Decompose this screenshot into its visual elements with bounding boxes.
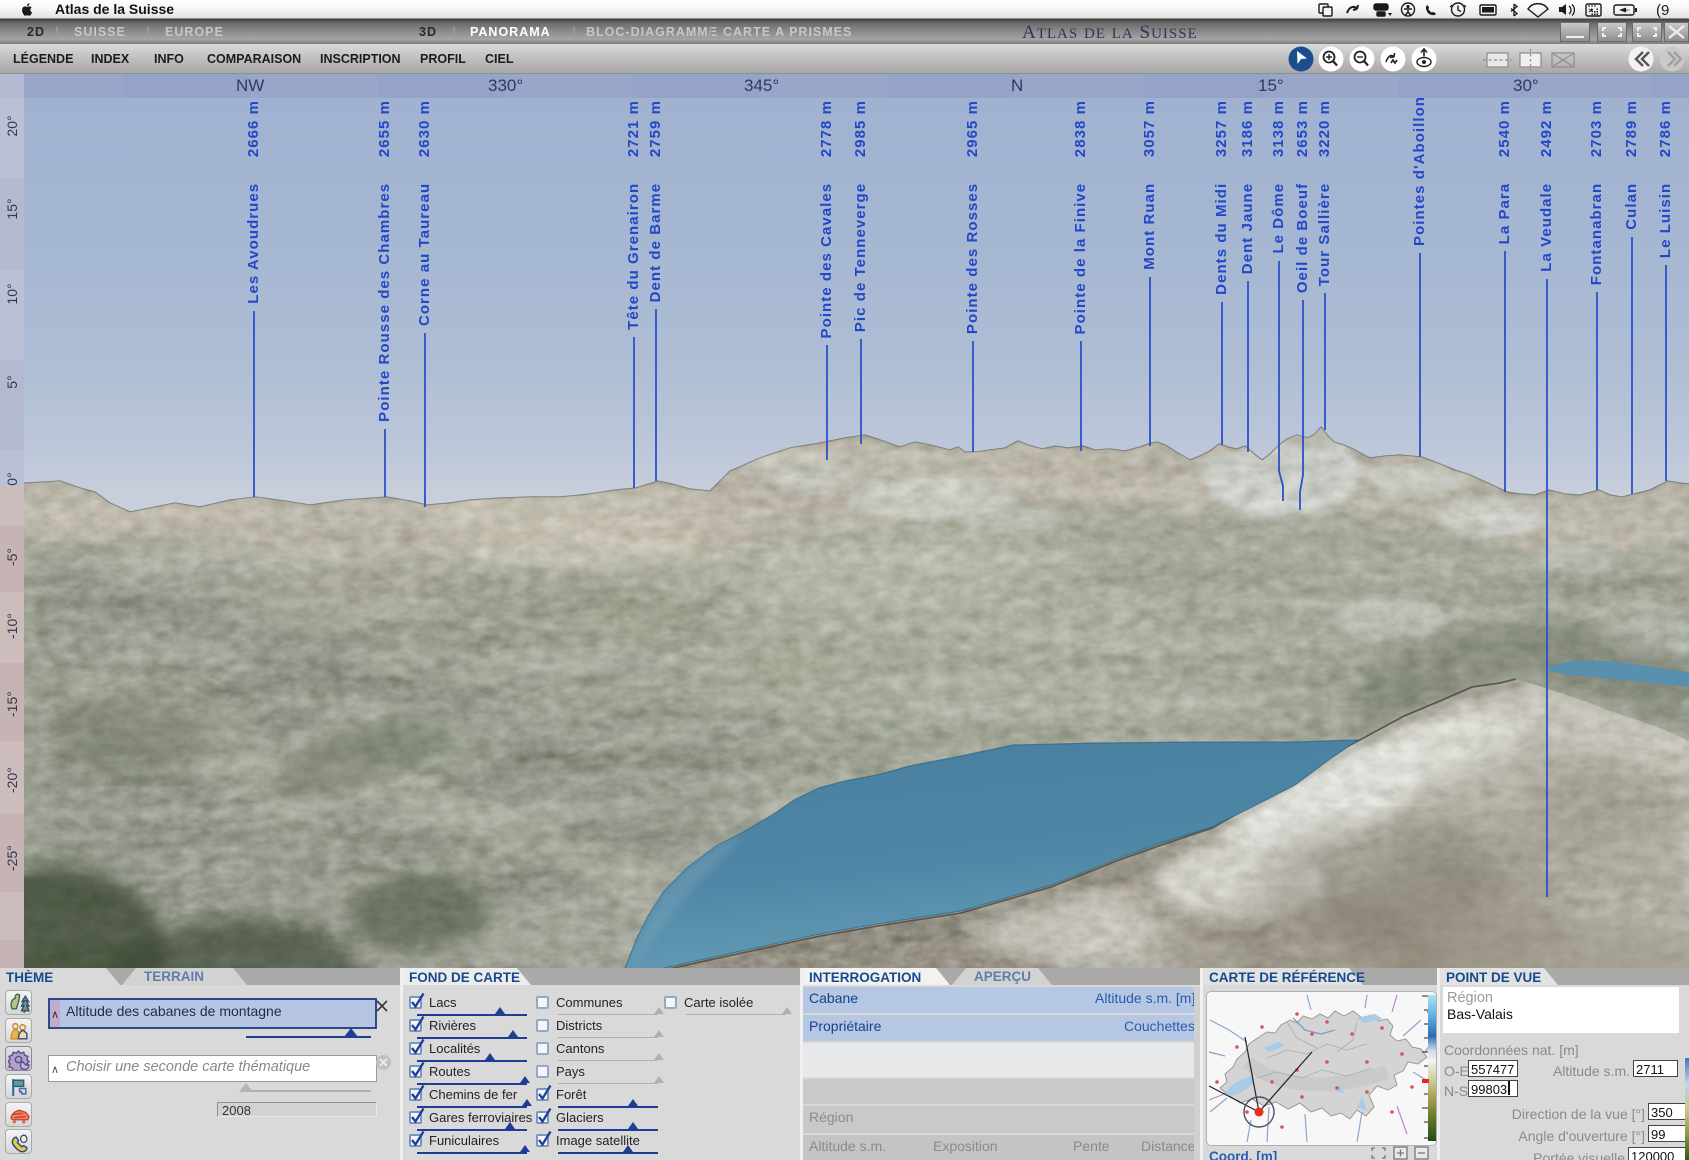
- svg-text:(9: (9: [1656, 2, 1669, 18]
